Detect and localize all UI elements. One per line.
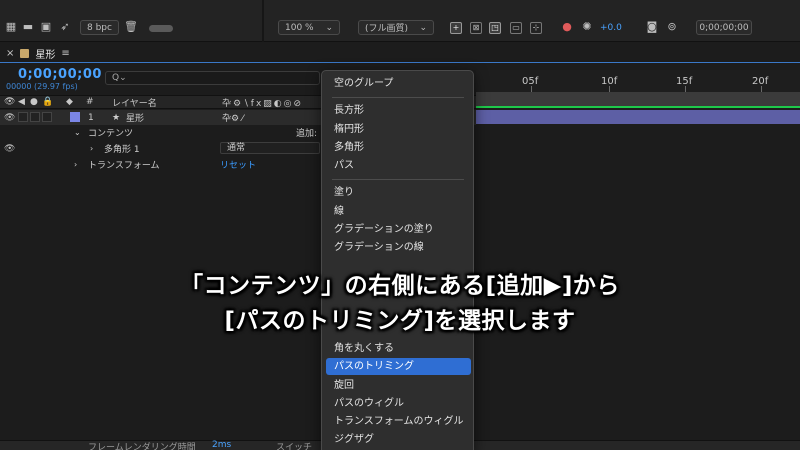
add-label: 追加:	[296, 129, 318, 139]
column-number: #	[86, 97, 94, 107]
work-area-bar[interactable]	[476, 92, 800, 106]
layer-duration-bar[interactable]	[476, 110, 800, 124]
blend-mode-dropdown[interactable]: 通常	[220, 142, 320, 154]
time-ruler[interactable]: 05f 10f 15f 20f	[476, 70, 800, 92]
menu-separator	[332, 97, 464, 98]
menu-item-gradient-fill[interactable]: グラデーションの塗り	[326, 221, 471, 238]
exposure-icon[interactable]: ✺	[580, 20, 594, 33]
bit-depth-button[interactable]: 8 bpc	[80, 20, 119, 35]
color-channels-icon[interactable]: ●	[560, 20, 574, 33]
grid-overlay-icon[interactable]: ⊹	[530, 20, 542, 35]
folder-icon[interactable]: ▬	[21, 20, 35, 33]
transparency-grid-icon[interactable]: ⊠	[470, 20, 482, 35]
menu-item-trim-paths[interactable]: パスのトリミング	[326, 358, 471, 375]
composition-color-swatch	[20, 48, 30, 58]
layer-switches-icon[interactable]: 卆⚙ ⁄	[222, 111, 243, 124]
polygon-label: 多角形 1	[104, 145, 140, 155]
toolbar-divider	[262, 0, 264, 42]
composition-icon[interactable]: ▣	[39, 20, 53, 33]
eye-icon[interactable]: 👁	[4, 97, 15, 107]
menu-item-path[interactable]: パス	[326, 157, 471, 174]
layer-search-input[interactable]: Q⌄	[105, 71, 320, 85]
safe-area-icon[interactable]: ▭	[510, 20, 522, 35]
audio-switch-box[interactable]	[18, 112, 28, 122]
composition-panel-tab[interactable]: × 星形 ≡	[0, 44, 476, 62]
region-of-interest-icon[interactable]: +	[450, 20, 462, 35]
reset-link[interactable]: リセット	[220, 158, 256, 171]
exposure-value[interactable]: +0.0	[600, 20, 622, 35]
grid-icon[interactable]: ▦	[4, 20, 18, 33]
render-rocket-icon[interactable]: ➶	[58, 20, 72, 33]
snapshot-camera-icon[interactable]: ◙	[645, 20, 659, 33]
caption-text-2: [パスのトリミング]を選択します	[224, 308, 576, 334]
add-shape-context-menu: 空のグループ 長方形 楕円形 多角形 パス 塗り 線 グラデーションの塗り グラ…	[321, 70, 474, 450]
show-channel-icon[interactable]: ⊚	[665, 20, 679, 33]
eye-icon[interactable]: 👁	[4, 144, 15, 154]
menu-item-zigzag[interactable]: ジグザグ	[326, 431, 471, 448]
chevron-right-icon[interactable]: ›	[90, 144, 93, 153]
solo-switch-box[interactable]	[30, 112, 40, 122]
current-time-field[interactable]: 0;00;00;00	[696, 20, 752, 35]
lock-switch-box[interactable]	[42, 112, 52, 122]
solo-icon[interactable]: ●	[30, 97, 38, 107]
top-toolbar: ▦ ▬ ▣ ➶ 8 bpc 🗑 100 % ⌄ (フル画質) ⌄ + ⊠ ◳ ▭ ⊹…	[0, 0, 800, 42]
audio-icon[interactable]: ◀	[18, 97, 25, 107]
timeline-timecode[interactable]: 0;00;00;00	[18, 67, 102, 82]
layer-name[interactable]: 星形	[126, 111, 144, 124]
layer-number: 1	[88, 112, 94, 123]
caption-line-1: 「コンテンツ」の右側にある[追加▶]から	[0, 266, 800, 300]
zoom-dropdown[interactable]: 100 % ⌄	[278, 20, 340, 35]
render-time-label: フレームレンダリング時間	[88, 443, 196, 450]
chevron-down-icon: ⌄	[419, 22, 427, 33]
panel-menu-icon[interactable]: ≡	[61, 48, 69, 59]
layer-label-color[interactable]	[70, 112, 80, 122]
menu-separator	[332, 179, 464, 180]
panel-active-underline	[0, 62, 800, 63]
contents-label: コンテンツ	[88, 129, 134, 139]
composition-title: 星形	[35, 49, 56, 61]
switches-icon: 卆⚙∖fx▨◐◎⊘	[222, 98, 304, 109]
chevron-down-icon[interactable]: ⌄	[74, 128, 81, 137]
lock-icon[interactable]: 🔒	[42, 97, 53, 107]
toggle-pill[interactable]	[149, 25, 173, 32]
chevron-down-icon: ⌄	[325, 22, 333, 33]
mask-toggle-icon[interactable]: ◳	[489, 20, 501, 35]
quality-value: (フル画質)	[365, 24, 409, 34]
menu-item-rectangle[interactable]: 長方形	[326, 102, 471, 119]
quality-dropdown[interactable]: (フル画質) ⌄	[358, 20, 434, 35]
chevron-right-icon[interactable]: ›	[74, 160, 77, 169]
menu-item-empty-group[interactable]: 空のグループ	[326, 75, 471, 92]
caption-line-2: [パスのトリミング]を選択します	[0, 301, 800, 335]
menu-item-stroke[interactable]: 線	[326, 203, 471, 220]
eye-icon[interactable]: 👁	[4, 113, 15, 123]
menu-item-twist[interactable]: 旋回	[326, 377, 471, 394]
zoom-value: 100 %	[285, 22, 314, 33]
label-tag-icon[interactable]: ◆	[66, 97, 73, 107]
close-icon[interactable]: ×	[6, 48, 14, 59]
switch-toggle-label[interactable]: スイッチ	[276, 440, 312, 450]
column-layer-name[interactable]: レイヤー名	[112, 96, 157, 109]
render-time-value: 2ms	[212, 440, 232, 450]
menu-item-wiggle-transform[interactable]: トランスフォームのウィグル	[326, 413, 471, 430]
trash-icon[interactable]: 🗑	[124, 20, 138, 33]
shape-star-icon: ★	[112, 112, 121, 123]
menu-item-wiggle-paths[interactable]: パスのウィグル	[326, 395, 471, 412]
menu-item-polystar[interactable]: 多角形	[326, 139, 471, 156]
menu-item-ellipse[interactable]: 楕円形	[326, 121, 471, 138]
menu-item-gradient-stroke[interactable]: グラデーションの線	[326, 239, 471, 256]
render-cache-indicator	[476, 106, 800, 108]
menu-item-fill[interactable]: 塗り	[326, 184, 471, 201]
menu-item-round-corners[interactable]: 角を丸くする	[326, 340, 471, 357]
timeline-fps: 00000 (29.97 fps)	[6, 82, 78, 91]
transform-label: トランスフォーム	[88, 161, 160, 171]
caption-text-1: 「コンテンツ」の右側にある[追加▶]から	[180, 273, 620, 299]
